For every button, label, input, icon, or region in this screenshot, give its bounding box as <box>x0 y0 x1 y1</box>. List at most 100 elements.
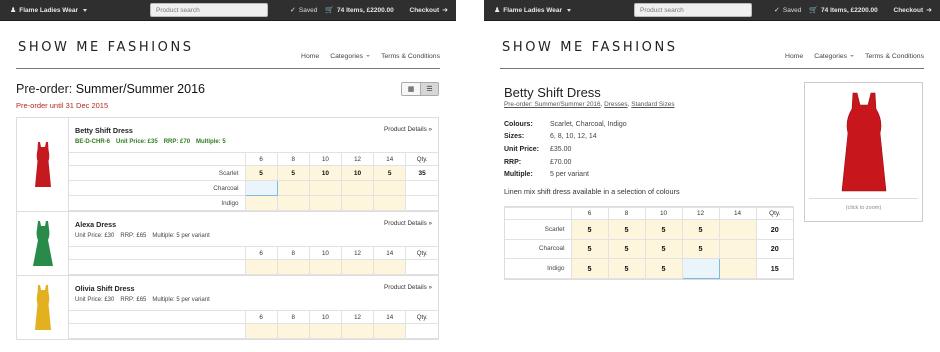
quantity-input[interactable]: 5 <box>570 219 609 240</box>
unit-price: Unit Price: £30 <box>75 233 115 239</box>
brand-logo[interactable]: SHOW ME FASHIONS <box>18 40 194 55</box>
dress-thumbnail <box>34 284 51 330</box>
product-thumbnail[interactable] <box>17 276 69 339</box>
screenshot-pair: ♟ Flame Ladies Wear Product search ✓ Sav… <box>0 0 940 352</box>
nav-terms[interactable]: Terms & Conditions <box>381 53 440 60</box>
quantity-input[interactable] <box>340 180 375 196</box>
quantity-input[interactable] <box>276 259 310 275</box>
size-header: 12 <box>340 246 375 260</box>
qty-header: Qty. <box>405 310 438 324</box>
arrow-right-icon: ➜ <box>442 6 448 14</box>
colour-label <box>69 259 246 275</box>
product-image-panel[interactable]: (click to zoom) <box>804 82 923 222</box>
quantity-input[interactable]: 10 <box>308 165 342 181</box>
nav-categories[interactable]: Categories <box>330 53 371 60</box>
quantity-input[interactable] <box>373 180 407 196</box>
quantity-input[interactable] <box>373 195 407 211</box>
size-header: 6 <box>244 310 278 324</box>
row-quantity-total <box>405 323 438 339</box>
cart-icon: 🛒 <box>809 6 819 14</box>
quantity-input[interactable] <box>276 180 310 196</box>
quantity-input[interactable] <box>244 195 278 211</box>
quantity-input[interactable] <box>718 258 757 279</box>
attribute-value: 6, 8, 10, 12, 14 <box>550 133 597 141</box>
quantity-input[interactable] <box>718 219 757 240</box>
quantity-input[interactable] <box>244 259 278 275</box>
product-meta: BE-D-CHR-6 Unit Price: £35 RRP: £70 Multipl… <box>69 137 438 152</box>
brand-logo[interactable]: SHOW ME FASHIONS <box>502 40 678 55</box>
quantity-input[interactable]: 5 <box>607 238 646 259</box>
preorder-deadline: Pre-order until 31 Dec 2015 <box>16 101 109 110</box>
nav-home[interactable]: Home <box>301 53 319 60</box>
quantity-input[interactable]: 5 <box>570 238 609 259</box>
attribute-label: RRP: <box>504 158 522 166</box>
quantity-input[interactable] <box>308 180 342 196</box>
quantity-input[interactable] <box>276 195 310 211</box>
rrp: RRP: £70 <box>163 139 191 145</box>
checkout-button[interactable]: Checkout ➜ <box>410 7 449 14</box>
colour-label: Scarlet <box>505 219 572 240</box>
quantity-input[interactable] <box>373 259 407 275</box>
quantity-input[interactable] <box>340 195 375 211</box>
attribute-row: RRP: £70.00 <box>504 156 627 169</box>
colour-label: Scarlet <box>69 165 246 181</box>
page-title: Pre-order: Summer/Summer 2016 <box>16 82 205 96</box>
product-details-link[interactable]: Product Details » <box>384 126 432 133</box>
quantity-input[interactable] <box>308 323 342 339</box>
quantity-input[interactable]: 5 <box>681 219 720 240</box>
breadcrumb-dresses[interactable]: Dresses <box>604 101 627 108</box>
quantity-input[interactable]: 5 <box>276 165 310 181</box>
list-view-button[interactable]: ☰ <box>420 83 438 95</box>
product-sku: BE-D-CHR-6 <box>75 139 110 145</box>
quantity-input[interactable]: 10 <box>340 165 375 181</box>
quantity-input[interactable]: 5 <box>570 258 609 279</box>
breadcrumb-sizes[interactable]: Standard Sizes <box>631 101 674 108</box>
product-name[interactable]: Olivia Shift Dress <box>69 276 438 295</box>
quantity-input[interactable]: 5 <box>644 238 683 259</box>
quantity-input[interactable]: 5 <box>607 219 646 240</box>
product-image[interactable] <box>809 87 918 199</box>
nav-home[interactable]: Home <box>785 53 803 60</box>
quantity-input[interactable]: 5 <box>644 219 683 240</box>
quantity-input[interactable]: 5 <box>681 238 720 259</box>
quantity-input[interactable] <box>373 323 407 339</box>
quantity-input[interactable]: 5 <box>244 165 278 181</box>
account-menu[interactable]: ♟ Flame Ladies Wear <box>10 7 150 14</box>
search-input[interactable]: Product search <box>634 3 752 17</box>
grid-header-blank <box>505 207 572 220</box>
quantity-input[interactable] <box>276 323 310 339</box>
qty-header: Qty. <box>405 152 438 166</box>
product-meta: Unit Price: £30 RRP: £65 Multiple: 5 per v… <box>69 295 438 310</box>
search-input[interactable]: Product search <box>150 3 268 17</box>
product-thumbnail[interactable] <box>17 212 69 275</box>
product-name[interactable]: Alexa Dress <box>69 212 438 231</box>
grid-view-button[interactable]: ▦ <box>402 83 420 95</box>
quantity-input[interactable]: 5 <box>644 258 683 279</box>
quantity-input[interactable] <box>244 323 278 339</box>
quantity-input[interactable] <box>308 259 342 275</box>
cart-summary[interactable]: 🛒 74 Items, £2200.00 <box>809 7 877 14</box>
nav-terms[interactable]: Terms & Conditions <box>865 53 924 60</box>
checkout-button[interactable]: Checkout ➜ <box>894 7 933 14</box>
colour-label: Indigo <box>505 258 572 279</box>
account-menu[interactable]: ♟ Flame Ladies Wear <box>494 7 634 14</box>
header-divider <box>16 68 440 69</box>
quantity-input[interactable] <box>308 195 342 211</box>
quantity-input[interactable] <box>718 238 757 259</box>
product-name[interactable]: Betty Shift Dress <box>69 118 438 137</box>
breadcrumb-preorder[interactable]: Pre-order: Summer/Summer 2016 <box>504 101 601 108</box>
quantity-input[interactable] <box>340 323 375 339</box>
product-details-link[interactable]: Product Details » <box>384 284 432 291</box>
cart-summary[interactable]: 🛒 74 Items, £2200.00 <box>325 7 393 14</box>
product-thumbnail[interactable] <box>17 118 69 211</box>
product-row: Alexa Dress Product Details » Unit Price: … <box>17 212 438 276</box>
nav-categories[interactable]: Categories <box>814 53 855 60</box>
quantity-input[interactable] <box>681 258 720 279</box>
quantity-input[interactable]: 5 <box>373 165 407 181</box>
quantity-input[interactable] <box>244 180 278 196</box>
quantity-input[interactable]: 5 <box>607 258 646 279</box>
quantity-input[interactable] <box>340 259 375 275</box>
attribute-label: Sizes: <box>504 133 525 141</box>
product-details-link[interactable]: Product Details » <box>384 220 432 227</box>
variant-row: Scarlet 5 5 5 5 20 <box>505 219 793 240</box>
